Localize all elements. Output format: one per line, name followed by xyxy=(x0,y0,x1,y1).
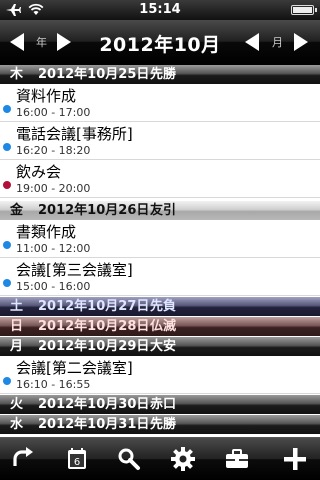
chevron-left-icon xyxy=(245,33,259,51)
event-item[interactable]: 会議[第二会議室] 16:10 - 16:55 xyxy=(0,356,320,394)
add-event-button[interactable] xyxy=(280,444,310,474)
event-time: 15:00 - 16:00 xyxy=(16,280,91,293)
event-title: 飲み会 xyxy=(16,163,62,181)
event-title: 資料作成 xyxy=(16,87,77,105)
day-header: 金 2012年10月26日友引 xyxy=(0,201,320,220)
event-time: 11:00 - 12:00 xyxy=(16,242,91,255)
calendar-day-number: 6 xyxy=(74,457,80,468)
event-list[interactable]: 木 2012年10月25日先勝 資料作成 16:00 - 17:00 電話会議[事… xyxy=(0,65,320,437)
tools-button[interactable] xyxy=(222,444,252,474)
event-item[interactable]: 飲み会 19:00 - 20:00 xyxy=(0,160,320,198)
date: 2012年10月29日 xyxy=(38,339,150,354)
event-item[interactable]: 電話会議[事務所] 16:20 - 18:20 xyxy=(0,122,320,160)
gear-icon xyxy=(171,447,195,471)
rokuyo: 赤口 xyxy=(150,397,177,412)
calendar-color-dot xyxy=(3,181,11,189)
battery-icon xyxy=(291,5,317,15)
rokuyo: 友引 xyxy=(150,203,177,218)
refresh-button[interactable] xyxy=(8,444,38,474)
event-title: 電話会議[事務所] xyxy=(16,125,133,143)
search-icon xyxy=(118,448,140,470)
weekday: 土 xyxy=(10,299,24,314)
status-time: 15:14 xyxy=(139,2,181,17)
day-header: 土 2012年10月27日先負 xyxy=(0,297,320,316)
date: 2012年10月27日 xyxy=(38,299,150,314)
day-header: 水 2012年10月31日先勝 xyxy=(0,415,320,434)
rokuyo: 先負 xyxy=(150,299,177,314)
toolbox-icon xyxy=(226,449,248,468)
prev-month-button[interactable] xyxy=(245,32,265,52)
weekday: 月 xyxy=(10,339,24,354)
search-button[interactable] xyxy=(114,444,144,474)
year-label: 年 xyxy=(36,36,47,49)
date: 2012年10月26日 xyxy=(38,203,150,218)
calendar-color-dot xyxy=(3,143,11,151)
calendar-color-dot xyxy=(3,279,11,287)
rokuyo: 大安 xyxy=(150,339,177,354)
event-time: 16:00 - 17:00 xyxy=(16,106,91,119)
weekday: 火 xyxy=(10,397,24,412)
event-time: 16:20 - 18:20 xyxy=(16,144,91,157)
date: 2012年10月31日 xyxy=(38,417,150,432)
month-label: 月 xyxy=(272,36,283,49)
today-button[interactable]: 6 xyxy=(62,444,92,474)
status-bar: 15:14 xyxy=(0,0,320,20)
chevron-right-icon xyxy=(294,33,308,51)
prev-year-button[interactable] xyxy=(10,32,30,52)
next-year-button[interactable] xyxy=(54,32,74,52)
calendar-color-dot xyxy=(3,241,11,249)
refresh-icon xyxy=(13,447,33,466)
event-item[interactable]: 資料作成 16:00 - 17:00 xyxy=(0,84,320,122)
event-time: 19:00 - 20:00 xyxy=(16,182,91,195)
date: 2012年10月30日 xyxy=(38,397,150,412)
event-item[interactable]: 書類作成 11:00 - 12:00 xyxy=(0,220,320,258)
day-header: 日 2012年10月28日仏滅 xyxy=(0,317,320,336)
weekday: 木 xyxy=(10,67,24,82)
calendar-color-dot xyxy=(3,377,11,385)
date: 2012年10月25日 xyxy=(38,67,150,82)
weekday: 日 xyxy=(10,319,24,334)
event-time: 16:10 - 16:55 xyxy=(16,378,91,391)
event-item[interactable]: 会議[第三会議室] 15:00 - 16:00 xyxy=(0,258,320,296)
date: 2012年10月28日 xyxy=(38,319,150,334)
chevron-left-icon xyxy=(10,33,24,51)
calendar-color-dot xyxy=(3,105,11,113)
bottom-toolbar: 6 xyxy=(0,437,320,480)
event-title: 会議[第三会議室] xyxy=(16,261,133,279)
page-title: 2012年10月 xyxy=(99,34,221,56)
add-icon xyxy=(284,448,306,470)
weekday: 水 xyxy=(10,417,24,432)
rokuyo: 先勝 xyxy=(150,417,177,432)
day-header: 火 2012年10月30日赤口 xyxy=(0,395,320,414)
event-title: 会議[第二会議室] xyxy=(16,359,133,377)
day-header: 月 2012年10月29日大安 xyxy=(0,337,320,356)
day-header: 木 2012年10月25日先勝 xyxy=(0,65,320,84)
chevron-right-icon xyxy=(57,33,71,51)
month-nav-bar: 年 2012年10月 月 xyxy=(0,20,320,64)
calendar-today-icon: 6 xyxy=(68,448,86,469)
settings-button[interactable] xyxy=(168,444,198,474)
rokuyo: 仏滅 xyxy=(150,319,177,334)
rokuyo: 先勝 xyxy=(150,67,177,82)
next-month-button[interactable] xyxy=(291,32,311,52)
event-title: 書類作成 xyxy=(16,223,77,241)
weekday: 金 xyxy=(10,203,24,218)
